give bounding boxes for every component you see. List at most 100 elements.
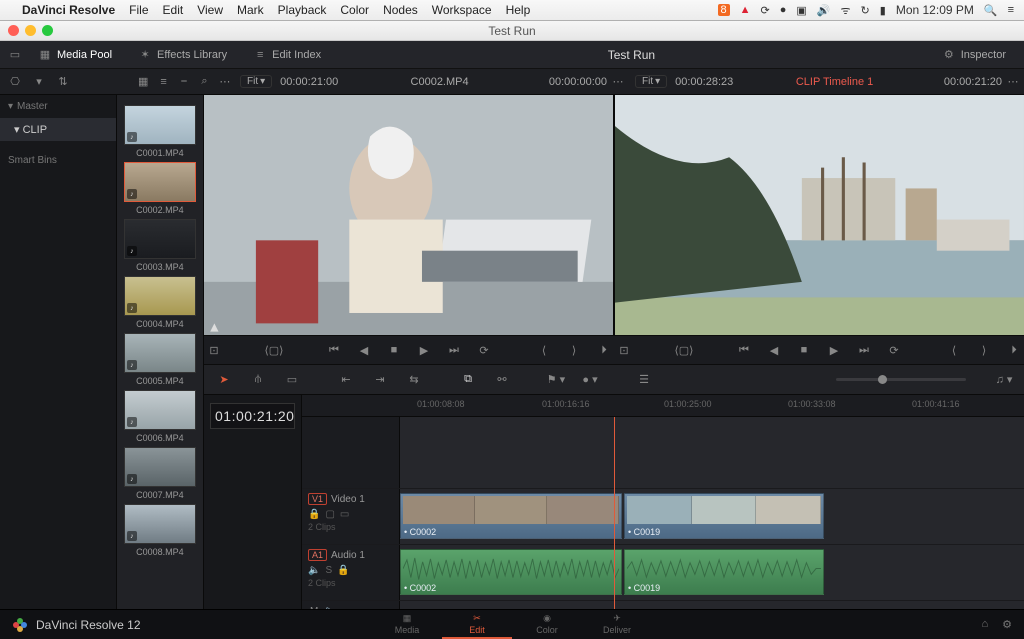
menu-list-icon[interactable]: ≡ <box>1008 4 1014 16</box>
home-icon[interactable]: ⌂ <box>981 618 988 631</box>
first-frame-icon[interactable]: ⏮ <box>734 340 754 360</box>
loop-icon[interactable]: ⟳ <box>474 340 494 360</box>
clip-thumb[interactable]: ♪C0008.MP4 <box>124 504 196 557</box>
clip-thumb[interactable]: ♪C0007.MP4 <box>124 447 196 500</box>
flag-icon[interactable]: ⚑ ▾ <box>546 370 566 390</box>
first-frame-icon[interactable]: ⏮ <box>324 340 344 360</box>
color-page-tab[interactable]: ◉Color <box>512 611 582 639</box>
clip-thumb[interactable]: ♪C0003.MP4 <box>124 219 196 272</box>
status-clock-icon[interactable]: ↻ <box>861 4 870 17</box>
stop-icon[interactable]: ■ <box>384 340 404 360</box>
menu-view[interactable]: View <box>197 3 223 17</box>
match-frame-icon[interactable]: ⊡ <box>204 340 224 360</box>
mute-icon[interactable]: 🔈 <box>308 565 320 576</box>
view-options-icon[interactable]: ☰ <box>634 370 654 390</box>
menu-file[interactable]: File <box>129 3 148 17</box>
timeline-ruler[interactable]: 01:00:08:08 01:00:16:16 01:00:25:00 01:0… <box>302 395 1024 417</box>
media-page-tab[interactable]: ▦Media <box>372 611 442 639</box>
status-wifi-icon[interactable]: ᯤ <box>841 3 851 18</box>
expand-icon[interactable]: ▾ <box>28 71 50 93</box>
next-frame-icon[interactable]: ⏭ <box>444 340 464 360</box>
status-orange-icon[interactable]: 8 <box>718 4 730 16</box>
trim-tool-icon[interactable]: ⫛ <box>248 370 268 390</box>
menu-nodes[interactable]: Nodes <box>383 3 418 17</box>
mark-clip-icon[interactable]: ⏵ <box>594 340 614 360</box>
grid-view-icon[interactable]: ▦ <box>134 71 152 93</box>
filter-icon[interactable]: ⎔ <box>4 71 26 93</box>
menu-edit[interactable]: Edit <box>163 3 184 17</box>
playhead[interactable] <box>614 417 615 628</box>
source-options-icon[interactable]: ⋯ <box>607 71 629 93</box>
insert-icon[interactable]: ⇤ <box>336 370 356 390</box>
layout-icon[interactable]: ▭ <box>8 48 22 62</box>
close-window-button[interactable] <box>8 25 19 36</box>
solo-icon[interactable]: S <box>325 565 332 576</box>
video-clip[interactable]: • C0002 <box>400 493 622 539</box>
timeline-fit-dropdown[interactable]: Fit ▾ <box>635 75 667 88</box>
stop-icon[interactable]: ■ <box>794 340 814 360</box>
menu-help[interactable]: Help <box>506 3 531 17</box>
marker-icon[interactable]: ● ▾ <box>580 370 600 390</box>
master-bin[interactable]: ▾ Master <box>0 95 116 118</box>
mark-clip-icon[interactable]: ⏵ <box>1004 340 1024 360</box>
next-frame-icon[interactable]: ⏭ <box>854 340 874 360</box>
status-box-icon[interactable]: ▣ <box>796 4 806 17</box>
lock-icon[interactable]: 🔒 <box>308 509 320 520</box>
master-timecode[interactable]: 01:00:21:20 <box>210 403 295 429</box>
audio-clip[interactable]: • C0019 <box>624 549 824 595</box>
search-icon[interactable]: ⌕ <box>195 71 213 93</box>
menu-playback[interactable]: Playback <box>278 3 327 17</box>
auto-select-icon[interactable]: ▭ <box>340 509 349 520</box>
settings-icon[interactable]: ⚙ <box>1002 618 1012 631</box>
source-clip-name[interactable]: C0002.MP4 <box>338 76 541 88</box>
status-volume-icon[interactable]: 🔊 <box>817 4 831 17</box>
v1-header[interactable]: V1Video 1 🔒▢▭ 2 Clips <box>302 489 400 544</box>
clip-bin[interactable]: ▾ CLIP <box>0 118 116 141</box>
audio-clip[interactable]: • C0002 <box>400 549 622 595</box>
source-viewer[interactable] <box>204 95 613 335</box>
mark-out-icon[interactable]: ⟩ <box>564 340 584 360</box>
timeline-name[interactable]: CLIP Timeline 1 <box>733 76 936 88</box>
status-battery-icon[interactable]: ▮ <box>880 4 886 17</box>
match-frame-icon[interactable]: ⊡ <box>614 340 634 360</box>
clip-thumb[interactable]: ♪C0002.MP4 <box>124 162 196 215</box>
audio-meter-icon[interactable]: ♫ ▾ <box>994 370 1014 390</box>
play-icon[interactable]: ▶ <box>414 340 434 360</box>
link-icon[interactable]: ⚯ <box>492 370 512 390</box>
menu-color[interactable]: Color <box>340 3 369 17</box>
timeline-options-icon[interactable]: ⋯ <box>1002 71 1024 93</box>
clip-thumb[interactable]: ♪C0006.MP4 <box>124 390 196 443</box>
spotlight-icon[interactable]: 🔍 <box>984 4 998 17</box>
menu-mark[interactable]: Mark <box>237 3 264 17</box>
track-enable-icon[interactable]: ▢ <box>325 509 334 520</box>
prev-frame-icon[interactable]: ◀ <box>354 340 374 360</box>
video-clip[interactable]: • C0019 <box>624 493 824 539</box>
effects-library-tab[interactable]: ✶ Effects Library <box>128 44 237 66</box>
program-viewer[interactable] <box>615 95 1024 335</box>
more-icon[interactable]: ⋯ <box>216 71 234 93</box>
overwrite-icon[interactable]: ⇥ <box>370 370 390 390</box>
timeline-tracks[interactable]: V1Video 1 🔒▢▭ 2 Clips • C0002 • C0 <box>302 417 1024 628</box>
app-name-menu[interactable]: DaVinci Resolve <box>22 3 115 17</box>
blade-tool-icon[interactable]: ▭ <box>282 370 302 390</box>
replace-icon[interactable]: ⇆ <box>404 370 424 390</box>
lock-icon[interactable]: 🔒 <box>337 565 349 576</box>
menubar-clock[interactable]: Mon 12:09 PM <box>896 3 974 17</box>
source-fit-dropdown[interactable]: Fit ▾ <box>240 75 272 88</box>
play-icon[interactable]: ▶ <box>824 340 844 360</box>
prev-frame-icon[interactable]: ◀ <box>764 340 784 360</box>
status-arrow-icon[interactable]: ▲ <box>740 4 751 16</box>
status-sync-icon[interactable]: ⟳ <box>761 4 770 17</box>
edit-index-tab[interactable]: ≡ Edit Index <box>243 44 331 66</box>
sort-icon[interactable]: ⇅ <box>52 71 74 93</box>
a1-header[interactable]: A1Audio 1 🔈S🔒 2 Clips <box>302 545 400 600</box>
mark-in-icon[interactable]: ⟨ <box>534 340 554 360</box>
mark-out-icon[interactable]: ⟩ <box>974 340 994 360</box>
loop-icon[interactable]: ⟳ <box>884 340 904 360</box>
clip-thumb[interactable]: ♪C0001.MP4 <box>124 105 196 158</box>
deliver-page-tab[interactable]: ✈Deliver <box>582 611 652 639</box>
selection-tool-icon[interactable]: ➤ <box>214 370 234 390</box>
inspector-tab[interactable]: ⚙ Inspector <box>932 44 1016 66</box>
zoom-slider[interactable] <box>836 378 966 381</box>
jog-icon[interactable]: ⟨▢⟩ <box>674 340 694 360</box>
